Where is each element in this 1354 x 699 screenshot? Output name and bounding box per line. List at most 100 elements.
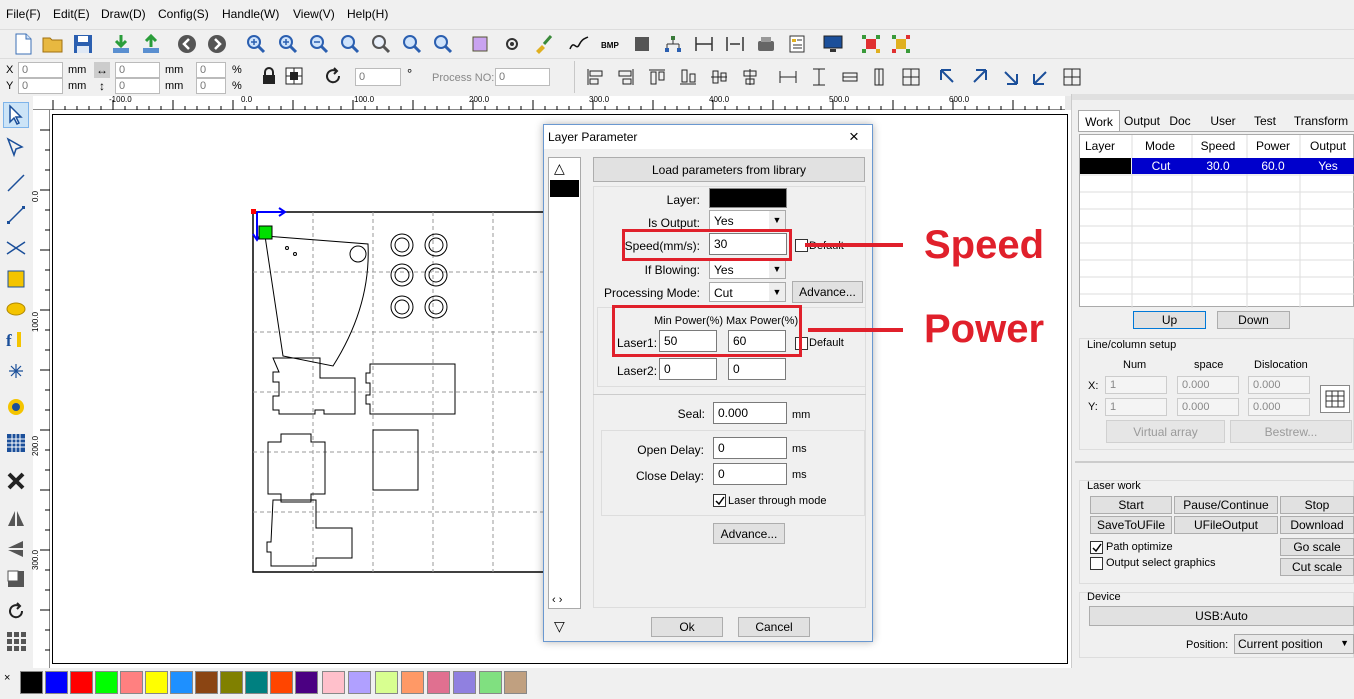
processing-mode-select[interactable]: Cut ▼: [709, 282, 786, 302]
align-left-icon[interactable]: [582, 64, 608, 90]
color-swatch[interactable]: [504, 671, 527, 694]
ok-button[interactable]: Ok: [651, 617, 723, 637]
color-swatch[interactable]: [220, 671, 243, 694]
move-bottom-left-icon[interactable]: [1028, 64, 1054, 90]
zoom-plus-icon[interactable]: [275, 31, 301, 57]
color-swatch[interactable]: [322, 671, 345, 694]
color-swatch[interactable]: [70, 671, 93, 694]
color-swatch[interactable]: [295, 671, 318, 694]
dot-icon[interactable]: [3, 358, 29, 384]
color-swatch[interactable]: [245, 671, 268, 694]
document-icon[interactable]: [784, 31, 810, 57]
rotate-icon[interactable]: [320, 63, 346, 89]
seal-input[interactable]: 0.000: [713, 402, 787, 424]
color-swatch[interactable]: [45, 671, 68, 694]
scale-y-input[interactable]: [196, 78, 226, 94]
lock-icon[interactable]: [256, 63, 282, 89]
grid-position-icon[interactable]: [281, 63, 307, 89]
align-hcenter-icon[interactable]: [706, 64, 732, 90]
close-icon[interactable]: ×: [849, 127, 859, 147]
ellipse-icon[interactable]: [3, 296, 29, 322]
color-swatch[interactable]: [348, 671, 371, 694]
save-to-ufile-button[interactable]: SaveToUFile: [1090, 516, 1172, 534]
color-swatch[interactable]: [195, 671, 218, 694]
layer-list-scroll-icon[interactable]: ‹ ›: [552, 594, 562, 606]
advance-delay-button[interactable]: Advance...: [713, 523, 785, 544]
same-height-icon[interactable]: [806, 64, 832, 90]
virtual-array-button[interactable]: Virtual array: [1106, 420, 1225, 443]
array-grid-icon[interactable]: [3, 430, 29, 456]
bmp-icon[interactable]: BMP: [598, 31, 624, 57]
mirror-horizontal-icon[interactable]: [3, 506, 29, 532]
grid-align-icon[interactable]: [898, 64, 924, 90]
rectangle-fill-icon[interactable]: [629, 31, 655, 57]
x-dislocation-input[interactable]: 0.000: [1248, 376, 1310, 394]
color-swatch[interactable]: [375, 671, 398, 694]
open-folder-icon[interactable]: [40, 31, 66, 57]
layer-list-up-icon[interactable]: △: [554, 160, 565, 177]
layer-color-swatch[interactable]: [1080, 158, 1131, 174]
same-size-icon[interactable]: [837, 64, 863, 90]
tab-work[interactable]: Work: [1078, 110, 1120, 132]
output-select-checkbox[interactable]: [1090, 557, 1103, 570]
color-swatch[interactable]: [120, 671, 143, 694]
height-input[interactable]: [115, 78, 160, 94]
zoom-in-icon[interactable]: [243, 31, 269, 57]
monitor-icon[interactable]: [820, 31, 846, 57]
mirror-vertical-icon[interactable]: [3, 536, 29, 562]
color-swatch[interactable]: [479, 671, 502, 694]
x-input[interactable]: [18, 62, 63, 78]
rectangle-icon[interactable]: [3, 266, 29, 292]
y-space-input[interactable]: 0.000: [1177, 398, 1239, 416]
stop-button[interactable]: Stop: [1280, 496, 1354, 514]
tab-transform[interactable]: Transform: [1290, 110, 1352, 132]
menu-help[interactable]: Help(H): [347, 7, 388, 21]
menu-edit[interactable]: Edit(E): [53, 7, 90, 21]
polyline-icon[interactable]: [3, 202, 29, 228]
vertical-size-icon[interactable]: [866, 64, 892, 90]
align-right-icon[interactable]: [613, 64, 639, 90]
close-delay-input[interactable]: 0: [713, 463, 787, 485]
color-swatch[interactable]: [427, 671, 450, 694]
menu-file[interactable]: File(F): [6, 7, 41, 21]
new-file-icon[interactable]: [10, 31, 36, 57]
up-button[interactable]: Up: [1133, 311, 1206, 329]
process-no-input[interactable]: [495, 68, 550, 86]
angle-input[interactable]: [355, 68, 401, 86]
menu-config[interactable]: Config(S): [158, 7, 209, 21]
select-arrow-icon[interactable]: [3, 102, 29, 128]
x-space-input[interactable]: 0.000: [1177, 376, 1239, 394]
menu-draw[interactable]: Draw(D): [101, 7, 146, 21]
align-icon[interactable]: [722, 31, 748, 57]
layer-list-down-icon[interactable]: ▽: [554, 618, 565, 635]
curve-icon[interactable]: [566, 31, 592, 57]
node-yellow-icon[interactable]: [888, 31, 914, 57]
laser2-min-input[interactable]: 0: [659, 358, 717, 380]
same-width-icon[interactable]: [775, 64, 801, 90]
width-lock-icon[interactable]: ↔: [94, 62, 110, 78]
align-bottom-icon[interactable]: [675, 64, 701, 90]
zoom-out-icon[interactable]: [306, 31, 332, 57]
ufile-output-button[interactable]: UFileOutput: [1174, 516, 1278, 534]
zoom-fit-icon[interactable]: [430, 31, 456, 57]
menu-view[interactable]: View(V): [293, 7, 335, 21]
color-swatch[interactable]: [401, 671, 424, 694]
node-edit-icon[interactable]: [3, 134, 29, 160]
layer-list-item[interactable]: [550, 180, 579, 197]
open-delay-input[interactable]: 0: [713, 437, 787, 459]
dialog-layer-list[interactable]: [548, 157, 581, 609]
undo-icon[interactable]: [174, 31, 200, 57]
target-icon[interactable]: [499, 31, 525, 57]
if-blowing-select[interactable]: Yes ▼: [709, 259, 786, 279]
text-icon[interactable]: f: [3, 326, 29, 352]
node-red-icon[interactable]: [858, 31, 884, 57]
tab-user[interactable]: User: [1204, 110, 1242, 132]
save-icon[interactable]: [70, 31, 96, 57]
measure-icon[interactable]: [691, 31, 717, 57]
y-input[interactable]: [18, 78, 63, 94]
path-optimize-checkbox[interactable]: [1090, 541, 1103, 554]
delete-icon[interactable]: [3, 468, 29, 494]
align-top-icon[interactable]: [644, 64, 670, 90]
export-icon[interactable]: [138, 31, 164, 57]
advance-mode-button[interactable]: Advance...: [792, 281, 863, 303]
